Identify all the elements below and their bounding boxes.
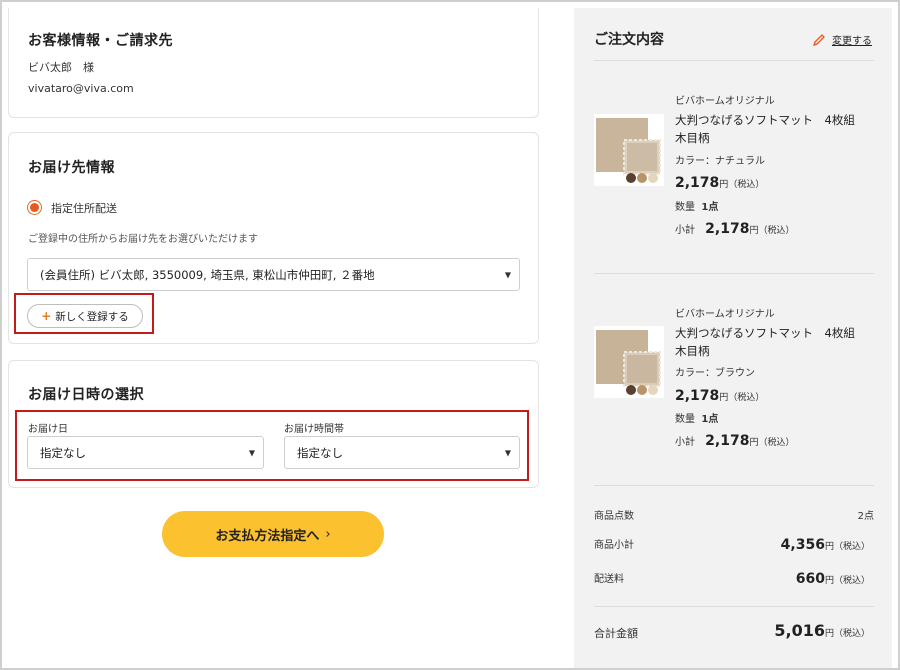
product-color: カラー：ブラウン bbox=[675, 368, 755, 379]
highlight-add-address bbox=[14, 293, 154, 334]
address-radio-label[interactable]: 指定住所配送 bbox=[51, 200, 117, 216]
shipping-fee: 660円（税込） bbox=[796, 568, 870, 587]
item-count-label: 商品点数 bbox=[594, 511, 634, 522]
tax-note: （税込） bbox=[728, 393, 765, 403]
product-subtotal: 小計 2,178円（税込） bbox=[675, 218, 795, 237]
customer-info-card: お客様情報・ご請求先 ビバ太郎 様 vivataro@viva.com bbox=[8, 8, 539, 118]
chevron-right-icon: › bbox=[325, 526, 331, 542]
product-brand: ビバホームオリジナル bbox=[675, 309, 775, 320]
summary-divider bbox=[594, 60, 874, 61]
product-color: カラー：ナチュラル bbox=[675, 156, 765, 167]
subtotal-label: 小計 bbox=[675, 437, 695, 448]
grand-total-label: 合計金額 bbox=[594, 627, 638, 640]
product-name[interactable]: 大判つなげるソフトマット 4枚組 bbox=[675, 325, 855, 341]
product-name-line2: 木目柄 bbox=[675, 131, 710, 145]
address-select[interactable]: (会員住所) ビバ太郎, 3550009, 埼玉県, 東松山市仲田町, ２番地 … bbox=[27, 258, 520, 291]
yen-unit: 円 bbox=[824, 576, 834, 586]
tax-note: （税込） bbox=[833, 629, 870, 639]
tax-note: （税込） bbox=[758, 226, 795, 236]
grand-total-divider bbox=[594, 606, 874, 607]
yen-unit: 円 bbox=[719, 180, 729, 190]
address-hint: ご登録中の住所からお届け先をお選びいただけます bbox=[28, 234, 258, 245]
product-quantity: 数量 1点 bbox=[675, 410, 718, 425]
proceed-label: お支払方法指定へ bbox=[215, 528, 320, 544]
totals-divider bbox=[594, 485, 874, 486]
yen-unit: 円 bbox=[824, 542, 834, 552]
shipping-value: 660 bbox=[795, 571, 825, 587]
chevron-down-icon: ▼ bbox=[504, 270, 511, 279]
product-quantity: 数量 1点 bbox=[675, 198, 718, 213]
customer-name: ビバ太郎 様 bbox=[28, 61, 94, 74]
grand-total-value: 5,016 bbox=[774, 621, 825, 640]
price-value: 2,178 bbox=[675, 175, 720, 191]
shipping-label: 配送料 bbox=[594, 574, 624, 585]
order-summary-title: ご注文内容 bbox=[594, 32, 664, 48]
qty-label: 数量 bbox=[675, 414, 695, 425]
yen-unit: 円 bbox=[824, 629, 834, 639]
subtotal-value: 2,178 bbox=[705, 433, 750, 449]
product-price: 2,178円（税込） bbox=[675, 385, 764, 404]
delivery-info-title: お届け先情報 bbox=[28, 160, 115, 176]
product-subtotal: 小計 2,178円（税込） bbox=[675, 430, 795, 449]
address-select-value: (会員住所) ビバ太郎, 3550009, 埼玉県, 東松山市仲田町, ２番地 bbox=[40, 267, 375, 282]
product-image[interactable] bbox=[594, 326, 664, 398]
qty-label: 数量 bbox=[675, 202, 695, 213]
items-subtotal-value: 4,356 bbox=[780, 537, 825, 553]
product-price: 2,178円（税込） bbox=[675, 172, 764, 191]
items-subtotal: 4,356円（税込） bbox=[781, 534, 870, 553]
product-name[interactable]: 大判つなげるソフトマット 4枚組 bbox=[675, 112, 855, 128]
tax-note: （税込） bbox=[833, 576, 870, 586]
yen-unit: 円 bbox=[719, 393, 729, 403]
subtotal-label: 小計 bbox=[675, 225, 695, 236]
tax-note: （税込） bbox=[833, 542, 870, 552]
item-divider bbox=[594, 273, 874, 274]
price-value: 2,178 bbox=[675, 388, 720, 404]
item-count-value: 2点 bbox=[857, 511, 874, 522]
product-brand: ビバホームオリジナル bbox=[675, 96, 775, 107]
qty-value: 1点 bbox=[701, 202, 719, 213]
edit-order-label: 変更する bbox=[832, 36, 872, 47]
delivery-datetime-title: お届け日時の選択 bbox=[28, 387, 144, 403]
grand-total: 5,016円（税込） bbox=[774, 621, 870, 640]
subtotal-value: 2,178 bbox=[705, 221, 750, 237]
tax-note: （税込） bbox=[728, 180, 765, 190]
product-image[interactable] bbox=[594, 114, 664, 186]
order-summary-panel: ご注文内容 変更する ビバホームオリジナル 大判つなげるソフトマット 4枚組 木… bbox=[574, 8, 892, 668]
customer-info-title: お客様情報・ご請求先 bbox=[28, 33, 173, 49]
pencil-icon bbox=[812, 33, 825, 46]
edit-order-link[interactable]: 変更する bbox=[812, 32, 872, 47]
highlight-datetime bbox=[15, 410, 529, 481]
tax-note: （税込） bbox=[758, 438, 795, 448]
address-radio[interactable] bbox=[27, 200, 42, 215]
proceed-to-payment-button[interactable]: お支払方法指定へ › bbox=[162, 511, 384, 557]
customer-email: vivataro@viva.com bbox=[28, 82, 134, 95]
qty-value: 1点 bbox=[701, 414, 719, 425]
product-name-line2: 木目柄 bbox=[675, 344, 710, 358]
items-subtotal-label: 商品小計 bbox=[594, 540, 634, 551]
